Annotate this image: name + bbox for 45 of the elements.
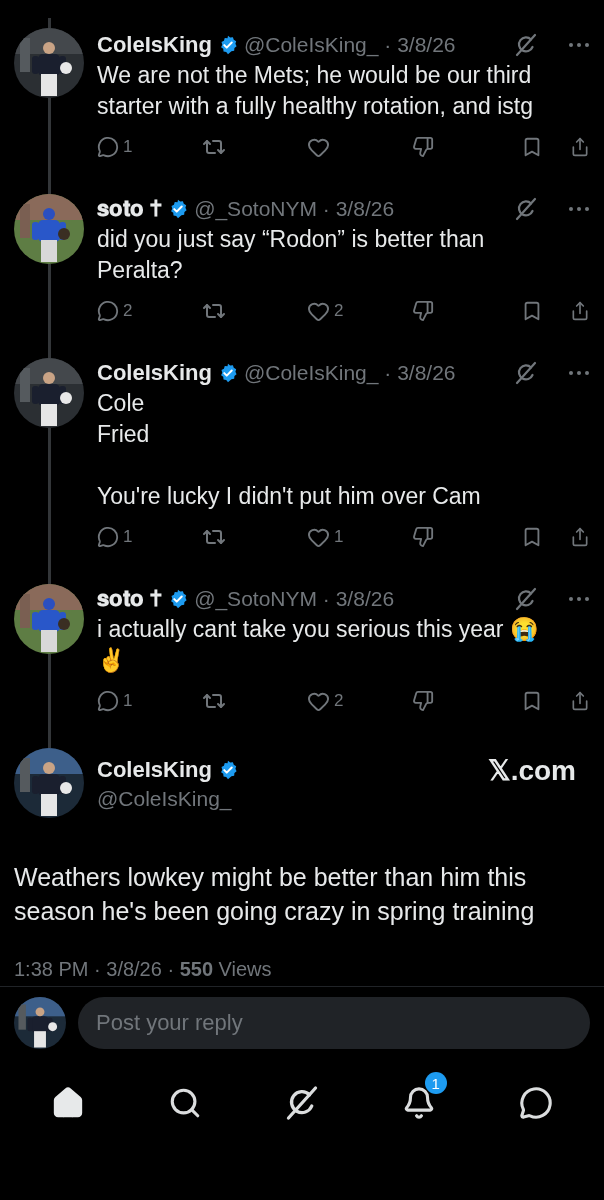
author-handle-date: @_SotoNYM · 3/8/26 <box>194 587 395 611</box>
like-count: 1 <box>334 527 344 547</box>
reply-icon[interactable] <box>97 690 119 712</box>
post-text: did you just say “Rodon” is better than Peralta? <box>97 225 486 285</box>
more-icon[interactable] <box>568 596 590 602</box>
post-text: Cole Fried You're lucky I didn't put him over Cam <box>97 389 482 511</box>
like-count: 2 <box>334 691 344 711</box>
reply-count: 1 <box>123 691 133 711</box>
post-text: Weathers lowkey might be better than him this season he's been going crazy in spring training <box>14 862 536 927</box>
dislike-icon[interactable] <box>412 526 434 548</box>
share-icon[interactable] <box>570 690 590 712</box>
author-name[interactable]: ColeIsKing <box>97 757 212 783</box>
more-icon[interactable] <box>568 370 590 376</box>
reply-field[interactable]: Post your reply <box>78 997 590 1049</box>
author-handle: @ColeIsKing_ <box>97 787 233 811</box>
source-label: 𝕏.com <box>487 754 576 787</box>
post-text: We are not the Mets; he would be our third starter with a fully healthy rotation, and istg <box>97 61 534 121</box>
post-text: i actually cant take you serious this year 😭 ✌ <box>97 615 540 675</box>
author-handle-date: @_SotoNYM · 3/8/26 <box>194 197 395 221</box>
author-handle-date: @ColeIsKing_ · 3/8/26 <box>243 361 456 385</box>
reply-count: 2 <box>123 301 133 321</box>
author-handle-date: @ColeIsKing_ · 3/8/26 <box>243 33 456 57</box>
notification-badge: 1 <box>424 1072 447 1094</box>
post-meta: 1:38 PM · 3/8/26 · 550 Views <box>14 958 273 982</box>
like-count: 2 <box>334 301 344 321</box>
more-icon[interactable] <box>568 42 590 48</box>
author-name[interactable]: ColeIsKing <box>97 32 212 58</box>
share-icon[interactable] <box>570 300 590 322</box>
author-name[interactable]: 𝐬𝐨𝐭𝐨 ✝ <box>97 196 163 222</box>
dislike-icon[interactable] <box>412 690 434 712</box>
author-name[interactable]: ColeIsKing <box>97 360 212 386</box>
messages-icon <box>518 1086 553 1120</box>
reply-count: 1 <box>123 527 133 547</box>
reply-icon[interactable] <box>97 300 119 322</box>
share-icon[interactable] <box>570 526 590 548</box>
verified-badge-icon <box>168 589 189 609</box>
reply-icon[interactable] <box>97 136 119 158</box>
share-icon[interactable] <box>570 136 590 158</box>
verified-badge-icon <box>168 199 189 219</box>
more-icon[interactable] <box>568 206 590 212</box>
reply-icon[interactable] <box>97 526 119 548</box>
author-name[interactable]: 𝐬𝐨𝐭𝐨 ✝ <box>97 586 163 612</box>
dislike-icon[interactable] <box>412 300 434 322</box>
dislike-icon[interactable] <box>412 136 434 158</box>
reply-count: 1 <box>123 137 133 157</box>
